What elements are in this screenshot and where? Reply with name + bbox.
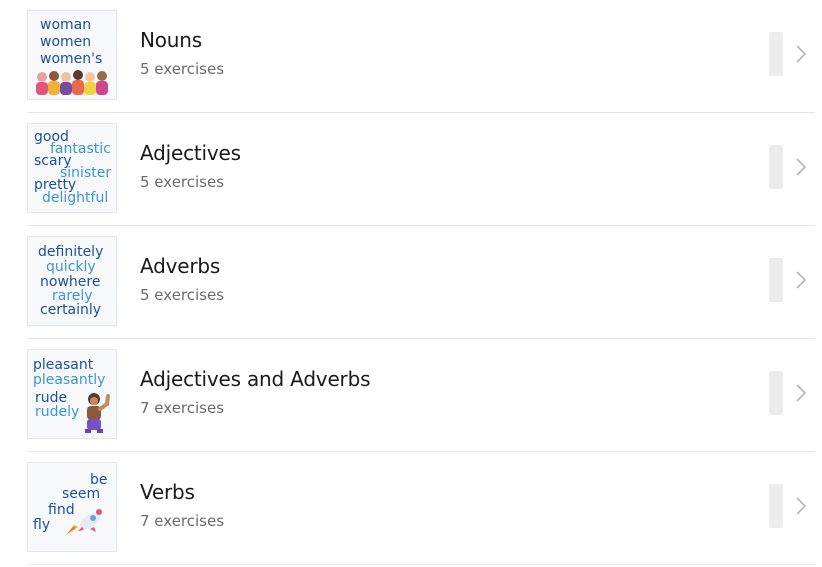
lesson-exercise-count: 5 exercises [140, 60, 225, 78]
lesson-row-adverbs[interactable]: definitely quickly nowhere rarely certai… [27, 226, 815, 339]
thumb-word: delightful [42, 190, 109, 206]
women-group-illustration [36, 70, 108, 95]
chevron-right-icon[interactable] [795, 496, 807, 516]
thumb-word: be [90, 472, 108, 488]
thumb-word: certainly [40, 302, 102, 318]
lesson-exercise-count: 5 exercises [140, 173, 225, 191]
lesson-list: woman women women's Nouns 5 exercises go… [27, 0, 815, 565]
thumb-word: definitely [38, 244, 104, 260]
lesson-thumbnail: woman women women's [27, 10, 117, 100]
lesson-title: Adjectives [140, 141, 241, 165]
lesson-exercise-count: 7 exercises [140, 512, 225, 530]
lesson-title: Verbs [140, 480, 195, 504]
lesson-row-nouns[interactable]: woman women women's Nouns 5 exercises [27, 0, 815, 113]
lesson-title: Adverbs [140, 254, 221, 278]
lesson-row-verbs[interactable]: be seem find fly Verbs 7 exercises [27, 452, 815, 565]
lesson-title: Adjectives and Adverbs [140, 367, 371, 391]
thumb-word: women [40, 34, 92, 50]
progress-bar [769, 371, 783, 415]
thumb-word: rarely [52, 288, 93, 304]
chevron-right-icon[interactable] [795, 270, 807, 290]
lesson-thumbnail: good fantastic scary sinister pretty del… [27, 123, 117, 213]
flexing-person-illustration [85, 393, 110, 433]
progress-bar [769, 145, 783, 189]
chevron-right-icon[interactable] [795, 157, 807, 177]
chevron-right-icon[interactable] [795, 44, 807, 64]
thumb-word: pleasant [33, 357, 94, 373]
thumb-word: quickly [46, 259, 96, 275]
rocket-illustration [66, 509, 102, 535]
thumb-word: fly [33, 517, 51, 533]
lesson-thumbnail: pleasant pleasantly rude rudely [27, 349, 117, 439]
thumb-word: women's [40, 51, 103, 67]
thumb-word: rude [35, 390, 68, 406]
lesson-title: Nouns [140, 28, 202, 52]
progress-bar [769, 258, 783, 302]
progress-bar [769, 484, 783, 528]
lesson-thumbnail: definitely quickly nowhere rarely certai… [27, 236, 117, 326]
lesson-exercise-count: 7 exercises [140, 399, 225, 417]
lesson-row-adjectives-and-adverbs[interactable]: pleasant pleasantly rude rudely Adjectiv… [27, 339, 815, 452]
progress-bar [769, 32, 783, 76]
lesson-thumbnail: be seem find fly [27, 462, 117, 552]
thumb-word: rudely [35, 404, 80, 420]
thumb-word: nowhere [40, 274, 101, 290]
thumb-word: seem [62, 486, 101, 502]
thumb-word: woman [40, 17, 92, 33]
lesson-exercise-count: 5 exercises [140, 286, 225, 304]
chevron-right-icon[interactable] [795, 383, 807, 403]
thumb-word: pleasantly [33, 372, 106, 388]
lesson-row-adjectives[interactable]: good fantastic scary sinister pretty del… [27, 113, 815, 226]
